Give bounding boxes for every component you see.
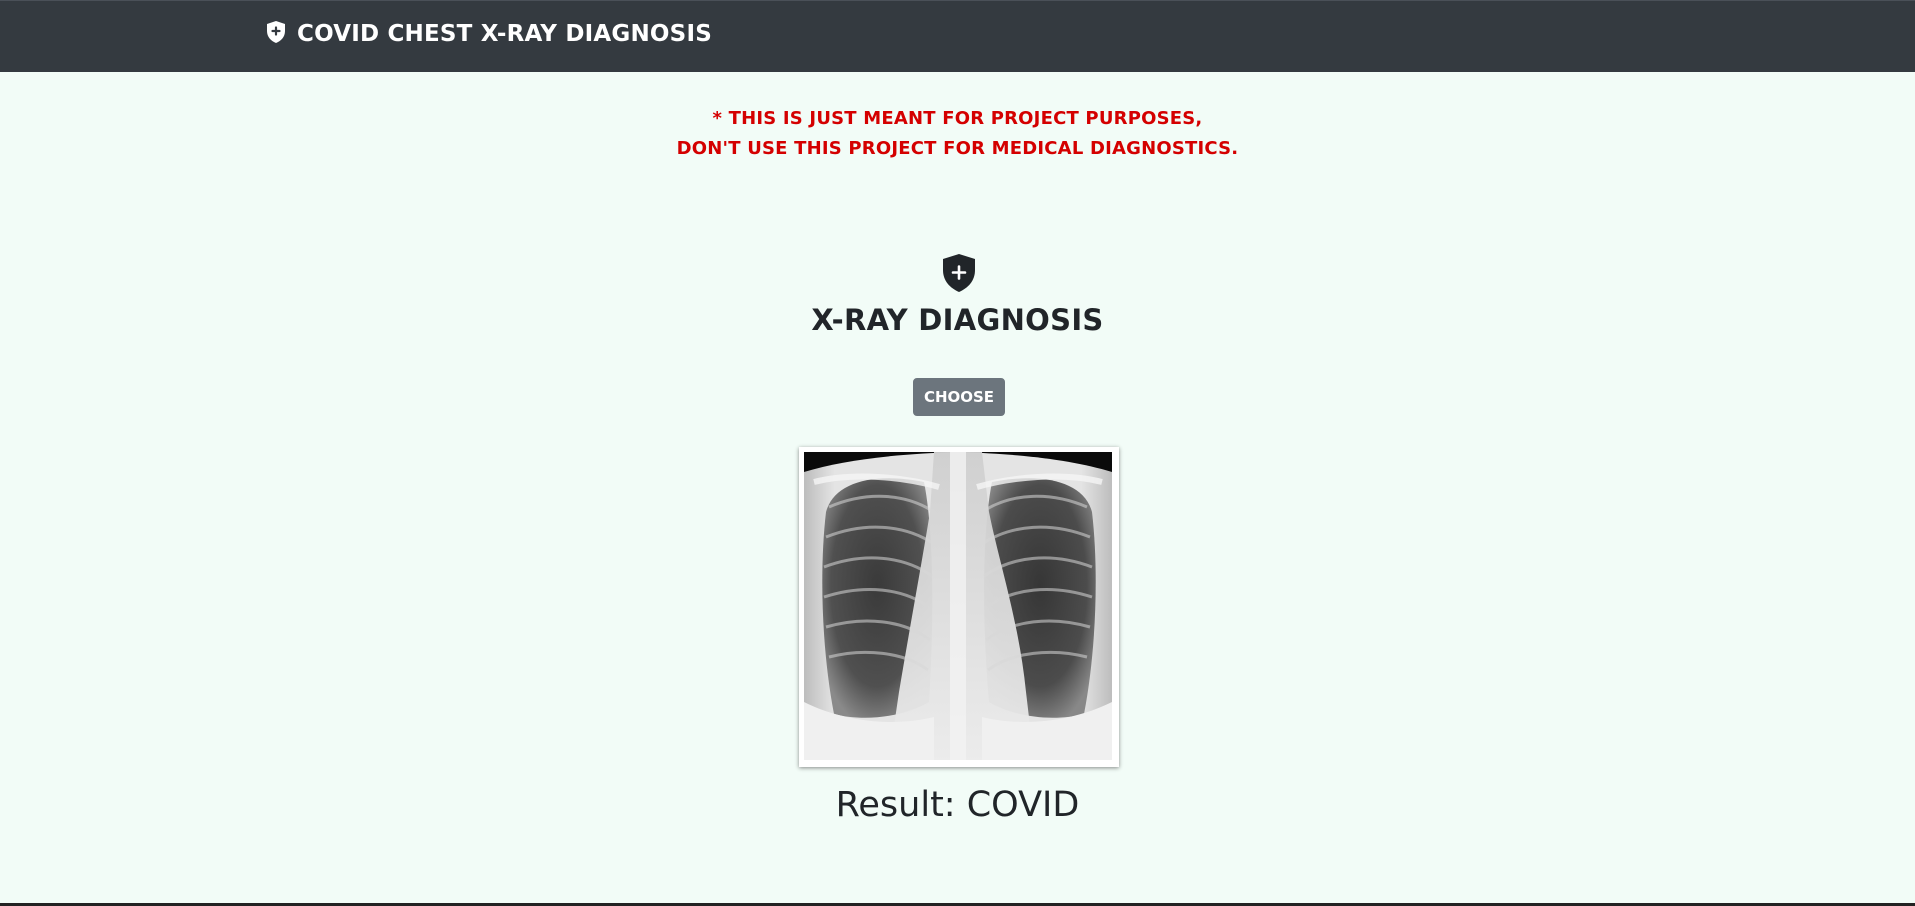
result-value: COVID — [966, 785, 1080, 825]
result-label: Result: — [835, 785, 956, 825]
section-title: X-RAY DIAGNOSIS — [811, 303, 1104, 337]
navbar-brand[interactable]: COVID CHEST X-RAY DIAGNOSIS — [265, 21, 712, 47]
xray-image-frame — [799, 447, 1119, 767]
disclaimer-line-1: * THIS IS JUST MEANT FOR PROJECT PURPOSE… — [712, 108, 1203, 129]
result-text: Result: COVID — [0, 785, 1915, 825]
disclaimer-line-2: DON'T USE THIS PROJECT FOR MEDICAL DIAGN… — [676, 138, 1239, 159]
shield-plus-icon — [941, 253, 977, 293]
disclaimer: * THIS IS JUST MEANT FOR PROJECT PURPOSE… — [0, 104, 1915, 164]
shield-plus-icon — [265, 20, 287, 44]
navbar-brand-text: COVID CHEST X-RAY DIAGNOSIS — [297, 21, 712, 47]
choose-file-button[interactable]: CHOOSE — [913, 378, 1005, 416]
navbar: COVID CHEST X-RAY DIAGNOSIS — [0, 0, 1915, 72]
xray-image — [804, 452, 1112, 760]
